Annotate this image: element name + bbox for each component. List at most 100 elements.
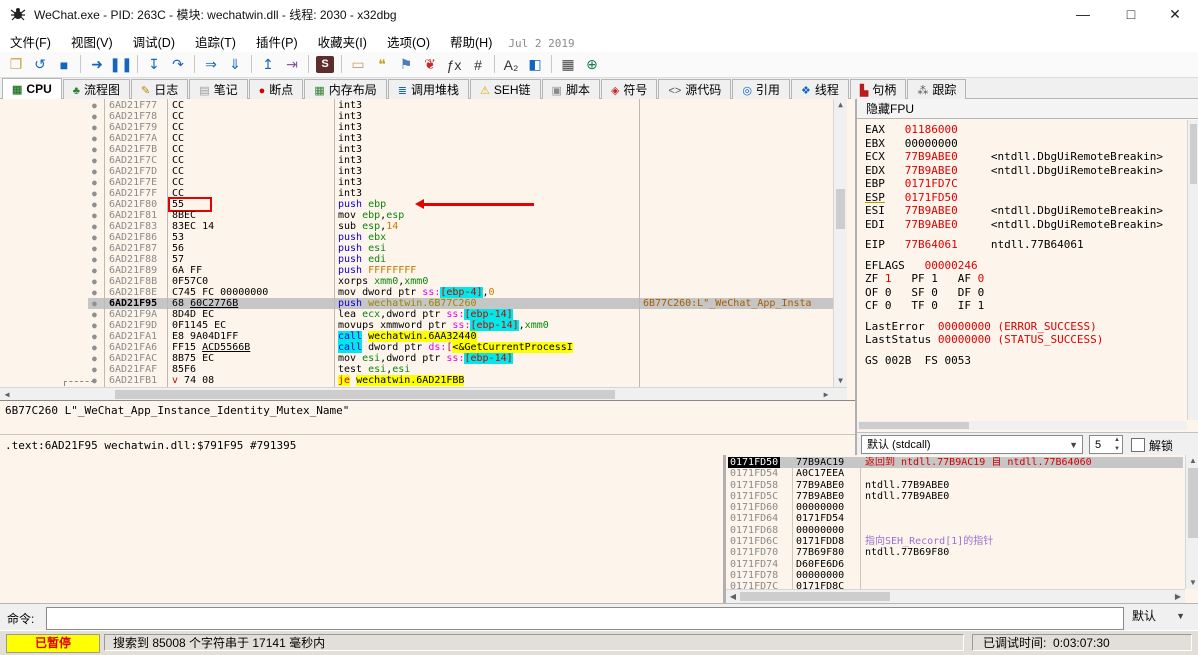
register-blank-line[interactable]: [865, 252, 1185, 259]
disasm-row[interactable]: ● 6AD21F86 53 push ebx: [0, 232, 833, 243]
stack-row[interactable]: 0171FD64 0171FD54: [728, 513, 1183, 524]
register-line[interactable]: GS 002B FS 0053: [865, 354, 1185, 368]
disasm-row[interactable]: ● 6AD21F83 83EC 14 sub esp,14: [0, 221, 833, 232]
attach-icon[interactable]: ◧: [523, 53, 547, 76]
comment-icon[interactable]: ❝: [370, 53, 394, 76]
disasm-row[interactable]: ● 6AD21FAF 85F6 test esi,esi: [0, 364, 833, 375]
arg-depth-spinner[interactable]: 5 ▲ ▼: [1089, 435, 1123, 454]
breakpoint-dot-icon[interactable]: ●: [92, 364, 97, 375]
disasm-row[interactable]: ● 6AD21F8E C745 FC 00000000 mov dword ptr s…: [0, 287, 833, 298]
disasm-row[interactable]: ● 6AD21F7D CC int3: [0, 166, 833, 177]
stack-row[interactable]: 0171FD50 77B9AC19 返回到 ntdll.77B9AC19 自 ntd…: [728, 457, 1183, 469]
disasm-row[interactable]: ● 6AD21F77 CC int3: [0, 100, 833, 111]
breakpoint-dot-icon[interactable]: ●: [92, 232, 97, 243]
breakpoint-dot-icon[interactable]: ●: [92, 276, 97, 287]
breakpoint-dot-icon[interactable]: ●: [92, 166, 97, 177]
execute-till-return-icon[interactable]: ↥: [256, 53, 280, 76]
breakpoint-dot-icon[interactable]: ●: [92, 353, 97, 364]
register-line[interactable]: EDI 77B9ABE0 <ntdll.DbgUiRemoteBreakin>: [865, 218, 1185, 232]
disasm-row[interactable]: ● 6AD21F88 57 push edi: [0, 254, 833, 265]
stack-row[interactable]: 0171FD5C 77B9ABE0 ntdll.77B9ABE0: [728, 491, 1183, 502]
tab-内存布局[interactable]: ▦ 内存布局: [304, 79, 387, 99]
disasm-row[interactable]: ● 6AD21FAC 8B75 EC mov esi,dword ptr ss:[eb…: [0, 353, 833, 364]
breakpoint-dot-icon[interactable]: ●: [92, 309, 97, 320]
command-dropdown[interactable]: 默认 ▼: [1126, 607, 1190, 626]
step-into-icon[interactable]: ↧: [142, 53, 166, 76]
minimize-button[interactable]: —: [1060, 0, 1106, 28]
stack-row[interactable]: 0171FD60 00000000: [728, 502, 1183, 513]
tab-断点[interactable]: ● 断点: [248, 79, 304, 99]
trace-record-icon[interactable]: #: [466, 53, 490, 76]
run-icon[interactable]: ➜: [85, 53, 109, 76]
function-icon[interactable]: ƒx: [442, 53, 466, 76]
breakpoint-dot-icon[interactable]: ●: [92, 100, 97, 111]
tab-源代码[interactable]: <> 源代码: [658, 79, 732, 99]
stack-row[interactable]: 0171FD78 00000000: [728, 570, 1183, 581]
run-trace-icon[interactable]: ⇒: [199, 53, 223, 76]
register-line[interactable]: EAX 01186000: [865, 123, 1185, 137]
tab-流程图[interactable]: ♣ 流程图: [62, 79, 130, 99]
stack-hscrollbar[interactable]: ◀ ▶: [726, 589, 1185, 603]
disasm-row[interactable]: ● 6AD21FA1 E8 9A04D1FF call wechatwin.6AA32…: [0, 331, 833, 342]
register-line[interactable]: EDX 77B9ABE0 <ntdll.DbgUiRemoteBreakin>: [865, 164, 1185, 178]
command-input[interactable]: [46, 607, 1124, 630]
stack-row[interactable]: 0171FD7C 0171FD8C: [728, 581, 1183, 589]
breakpoint-dot-icon[interactable]: ●: [92, 133, 97, 144]
stack-row[interactable]: 0171FD68 00000000: [728, 525, 1183, 536]
disasm-row[interactable]: ● 6AD21F8B 0F57C0 xorps xmm0,xmm0: [0, 276, 833, 287]
disasm-row[interactable]: ● 6AD21F7E CC int3: [0, 177, 833, 188]
maximize-button[interactable]: □: [1108, 0, 1154, 28]
breakpoint-dot-icon[interactable]: ●: [92, 243, 97, 254]
tab-笔记[interactable]: ▤ 笔记: [189, 79, 248, 99]
registers-vscrollbar[interactable]: [1187, 120, 1198, 420]
disasm-row[interactable]: ● 6AD21F87 56 push esi: [0, 243, 833, 254]
disasm-row[interactable]: ● 6AD21F81 8BEC mov ebp,esp: [0, 210, 833, 221]
menu-item[interactable]: 追踪(T): [185, 28, 246, 55]
tab-调用堆栈[interactable]: ≣ 调用堆栈: [387, 79, 469, 99]
menu-item[interactable]: 调试(D): [123, 28, 185, 55]
stack-pane[interactable]: 0171FD50 77B9AC19 返回到 ntdll.77B9AC19 自 ntd…: [725, 455, 1198, 603]
step-trace-icon[interactable]: ⇓: [223, 53, 247, 76]
stack-row[interactable]: 0171FD74 D60FE6D6: [728, 559, 1183, 570]
register-line[interactable]: ECX 77B9ABE0 <ntdll.DbgUiRemoteBreakin>: [865, 150, 1185, 164]
disasm-row[interactable]: ● 6AD21F95 68 60C2776B push wechatwin.6B77C…: [0, 298, 833, 309]
tab-句柄[interactable]: ▙ 句柄: [849, 79, 907, 99]
register-line[interactable]: ZF 1 PF 1 AF 0: [865, 272, 1185, 286]
breakpoint-dot-icon[interactable]: ●: [92, 298, 97, 309]
breakpoint-dot-icon[interactable]: ●: [92, 111, 97, 122]
tab-线程[interactable]: ❖ 线程: [790, 79, 849, 99]
register-line[interactable]: OF 0 SF 0 DF 0: [865, 286, 1185, 300]
disasm-row[interactable]: ● 6AD21FA6 FF15 ACD5566B call dword ptr ds:…: [0, 342, 833, 353]
breakpoint-dot-icon[interactable]: ●: [92, 144, 97, 155]
memory-dump-pane[interactable]: ▦内存 1▦内存 2▦内存 3▦内存 4▦内存 5◉监视 1[x=]局部变量§结…: [0, 455, 725, 603]
menu-item[interactable]: 视图(V): [61, 28, 123, 55]
pause-icon[interactable]: ❚❚: [109, 53, 133, 76]
register-blank-line[interactable]: [865, 347, 1185, 354]
menu-item[interactable]: 文件(F): [0, 28, 61, 55]
register-line[interactable]: EBX 00000000: [865, 137, 1185, 151]
breakpoint-dot-icon[interactable]: ●: [92, 155, 97, 166]
calling-convention-dropdown[interactable]: 默认 (stdcall) ▼: [861, 435, 1083, 454]
disassembly-pane[interactable]: ● 6AD21F77 CC int3 ● 6AD21F78 CC int3 ● 6AD21F79 C…: [0, 99, 857, 455]
breakpoint-dot-icon[interactable]: ●: [92, 188, 97, 199]
disasm-row[interactable]: ● 6AD21F7F CC int3: [0, 188, 833, 199]
tab-引用[interactable]: ◎ 引用: [732, 79, 790, 99]
disasm-row[interactable]: ● 6AD21F9A 8D4D EC lea ecx,dword ptr ss:[eb…: [0, 309, 833, 320]
register-line[interactable]: ESP 0171FD50: [865, 191, 1185, 205]
disasm-row[interactable]: ● 6AD21F7A CC int3: [0, 133, 833, 144]
restart-icon[interactable]: ↺: [28, 53, 52, 76]
disasm-row[interactable]: ● 6AD21FB1 v 74 08 je wechatwin.6AD21FBB: [0, 375, 833, 386]
hide-fpu-button[interactable]: 隐藏FPU: [857, 99, 1198, 119]
close-button[interactable]: ✕: [1152, 0, 1198, 28]
disasm-row[interactable]: ● 6AD21F9D 0F1145 EC movups xmmword ptr ss:…: [0, 320, 833, 331]
stack-row[interactable]: 0171FD6C 0171FDD8 指向SEH_Record[1]的指针: [728, 536, 1183, 547]
breakpoint-dot-icon[interactable]: ●: [92, 342, 97, 353]
tab-CPU[interactable]: ▦ CPU: [2, 78, 62, 99]
tab-脚本[interactable]: ▣ 脚本: [541, 79, 600, 99]
breakpoint-dot-icon[interactable]: ●: [92, 265, 97, 276]
breakpoint-dot-icon[interactable]: ●: [92, 287, 97, 298]
disasm-row[interactable]: ● 6AD21F80 55 push ebp: [0, 197, 833, 212]
register-line[interactable]: LastError 00000000 (ERROR_SUCCESS): [865, 320, 1185, 334]
unlock-checkbox[interactable]: 解锁: [1131, 437, 1173, 454]
disasm-row[interactable]: ● 6AD21F78 CC int3: [0, 111, 833, 122]
